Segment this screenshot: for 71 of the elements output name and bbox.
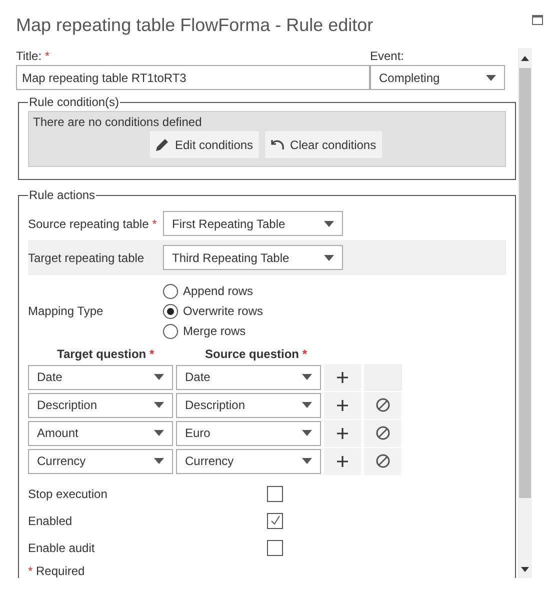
panel-legend: Rule condition(s) bbox=[28, 93, 120, 111]
caret-icon bbox=[324, 254, 334, 260]
radio-label: Merge rows bbox=[183, 323, 246, 340]
pencil-icon bbox=[156, 138, 169, 151]
plus-icon bbox=[337, 372, 348, 382]
source-question-select[interactable]: Euro bbox=[176, 420, 321, 446]
source-question-select[interactable]: Currency bbox=[176, 448, 321, 474]
plus-icon bbox=[337, 428, 348, 438]
radio-label: Overwrite rows bbox=[183, 303, 264, 320]
window-title: Map repeating table FlowForma - Rule editor bbox=[16, 14, 374, 37]
column-header: Target question * bbox=[57, 346, 156, 363]
block-icon bbox=[376, 426, 390, 440]
target-question-select[interactable]: Description bbox=[28, 392, 173, 418]
field-label: Source repeating table * bbox=[28, 216, 158, 232]
title-input[interactable]: Map repeating table RT1toRT3 bbox=[16, 65, 370, 90]
add-row-button[interactable] bbox=[324, 448, 361, 474]
caret-icon bbox=[154, 402, 164, 408]
scrollbar-thumb[interactable] bbox=[519, 68, 531, 498]
target-question-select[interactable]: Date bbox=[28, 364, 173, 390]
plus-icon bbox=[337, 400, 348, 410]
panel-legend: Rule actions bbox=[28, 186, 96, 204]
add-row-button[interactable] bbox=[324, 392, 361, 418]
column-header: Source question * bbox=[205, 346, 308, 363]
caret-icon bbox=[154, 458, 164, 464]
undo-icon bbox=[271, 139, 284, 150]
block-icon bbox=[376, 398, 390, 412]
field-label: Event: bbox=[370, 48, 406, 65]
caret-icon bbox=[154, 430, 164, 436]
check-icon bbox=[270, 515, 280, 526]
scroll-down-icon[interactable] bbox=[521, 567, 529, 572]
required-note: * Required bbox=[28, 563, 86, 578]
caret-icon bbox=[154, 374, 164, 380]
remove-row-button[interactable] bbox=[364, 392, 401, 418]
clear-conditions-button[interactable]: Clear conditions bbox=[265, 131, 382, 158]
checkbox[interactable] bbox=[267, 486, 283, 502]
remove-row-button[interactable] bbox=[364, 420, 401, 446]
target-table-select[interactable]: Third Repeating Table bbox=[163, 245, 343, 270]
scrollbar[interactable] bbox=[518, 48, 532, 578]
scroll-up-icon[interactable] bbox=[521, 56, 529, 61]
caret-icon bbox=[302, 430, 312, 436]
event-select[interactable]: Completing bbox=[370, 65, 505, 90]
caret-icon bbox=[302, 402, 312, 408]
source-table-select[interactable]: First Repeating Table bbox=[163, 211, 343, 236]
radio-button[interactable] bbox=[163, 324, 178, 338]
option-label: Enable audit bbox=[28, 540, 96, 556]
caret-icon bbox=[302, 458, 312, 464]
conditions-message: There are no conditions defined bbox=[33, 114, 203, 130]
target-question-select[interactable]: Amount bbox=[28, 420, 173, 446]
block-icon bbox=[376, 454, 390, 468]
source-question-select[interactable]: Description bbox=[176, 392, 321, 418]
plus-icon bbox=[337, 456, 348, 466]
option-label: Enabled bbox=[28, 512, 74, 530]
caret-icon bbox=[324, 220, 334, 226]
option-label: Stop execution bbox=[28, 486, 108, 502]
add-row-button[interactable] bbox=[324, 420, 361, 446]
field-label: Title: * bbox=[16, 48, 51, 65]
add-row-button[interactable] bbox=[324, 364, 361, 390]
radio-label: Append rows bbox=[183, 283, 254, 300]
remove-row-button[interactable] bbox=[364, 448, 401, 474]
field-label: Mapping Type bbox=[28, 303, 104, 320]
caret-icon bbox=[486, 74, 496, 80]
checkbox[interactable] bbox=[267, 540, 283, 556]
caret-icon bbox=[302, 374, 312, 380]
field-label: Target repeating table bbox=[28, 250, 146, 266]
radio-button[interactable] bbox=[163, 284, 178, 298]
source-question-select[interactable]: Date bbox=[176, 364, 321, 390]
checkbox[interactable] bbox=[267, 512, 283, 528]
edit-conditions-button[interactable]: Edit conditions bbox=[150, 131, 260, 158]
radio-button[interactable] bbox=[163, 304, 178, 318]
maximize-icon[interactable] bbox=[532, 15, 543, 25]
target-question-select[interactable]: Currency bbox=[28, 448, 173, 474]
